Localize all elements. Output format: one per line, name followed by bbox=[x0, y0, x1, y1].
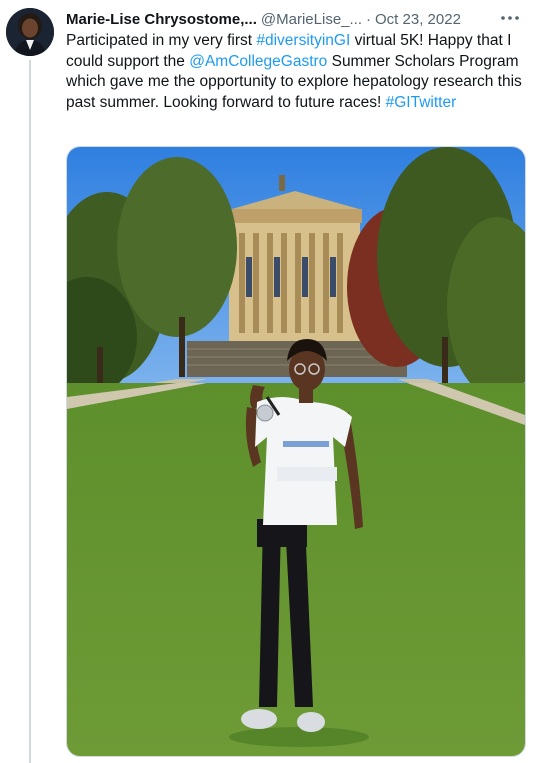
tweet-header: Marie-Lise Chrysostome,... @MarieLise_..… bbox=[66, 9, 536, 29]
avatar[interactable] bbox=[6, 8, 54, 56]
avatar-photo bbox=[6, 8, 54, 56]
tweet-text: Participated in my very first #diversity… bbox=[66, 31, 526, 113]
tweet-date[interactable]: Oct 23, 2022 bbox=[375, 11, 461, 28]
tweet-photo[interactable] bbox=[66, 146, 526, 757]
separator-dot: · bbox=[366, 10, 372, 28]
hashtag-gitwitter[interactable]: #GITwitter bbox=[386, 94, 457, 111]
user-handle[interactable]: @MarieLise_... bbox=[261, 11, 362, 28]
more-options-icon[interactable]: ••• bbox=[497, 8, 523, 28]
tweet-text-part-1: Participated in my very first bbox=[66, 32, 257, 49]
display-name[interactable]: Marie-Lise Chrysostome,... bbox=[66, 11, 257, 28]
tweet[interactable]: Marie-Lise Chrysostome,... @MarieLise_..… bbox=[0, 0, 543, 763]
ellipsis-icon bbox=[501, 16, 519, 20]
hashtag-diversityingi[interactable]: #diversityinGI bbox=[256, 32, 350, 49]
thread-line bbox=[29, 60, 31, 763]
photo-of-woman-with-medal-in-front-of-museum bbox=[67, 147, 525, 756]
mention-amcollegegastro[interactable]: @AmCollegeGastro bbox=[189, 53, 327, 70]
